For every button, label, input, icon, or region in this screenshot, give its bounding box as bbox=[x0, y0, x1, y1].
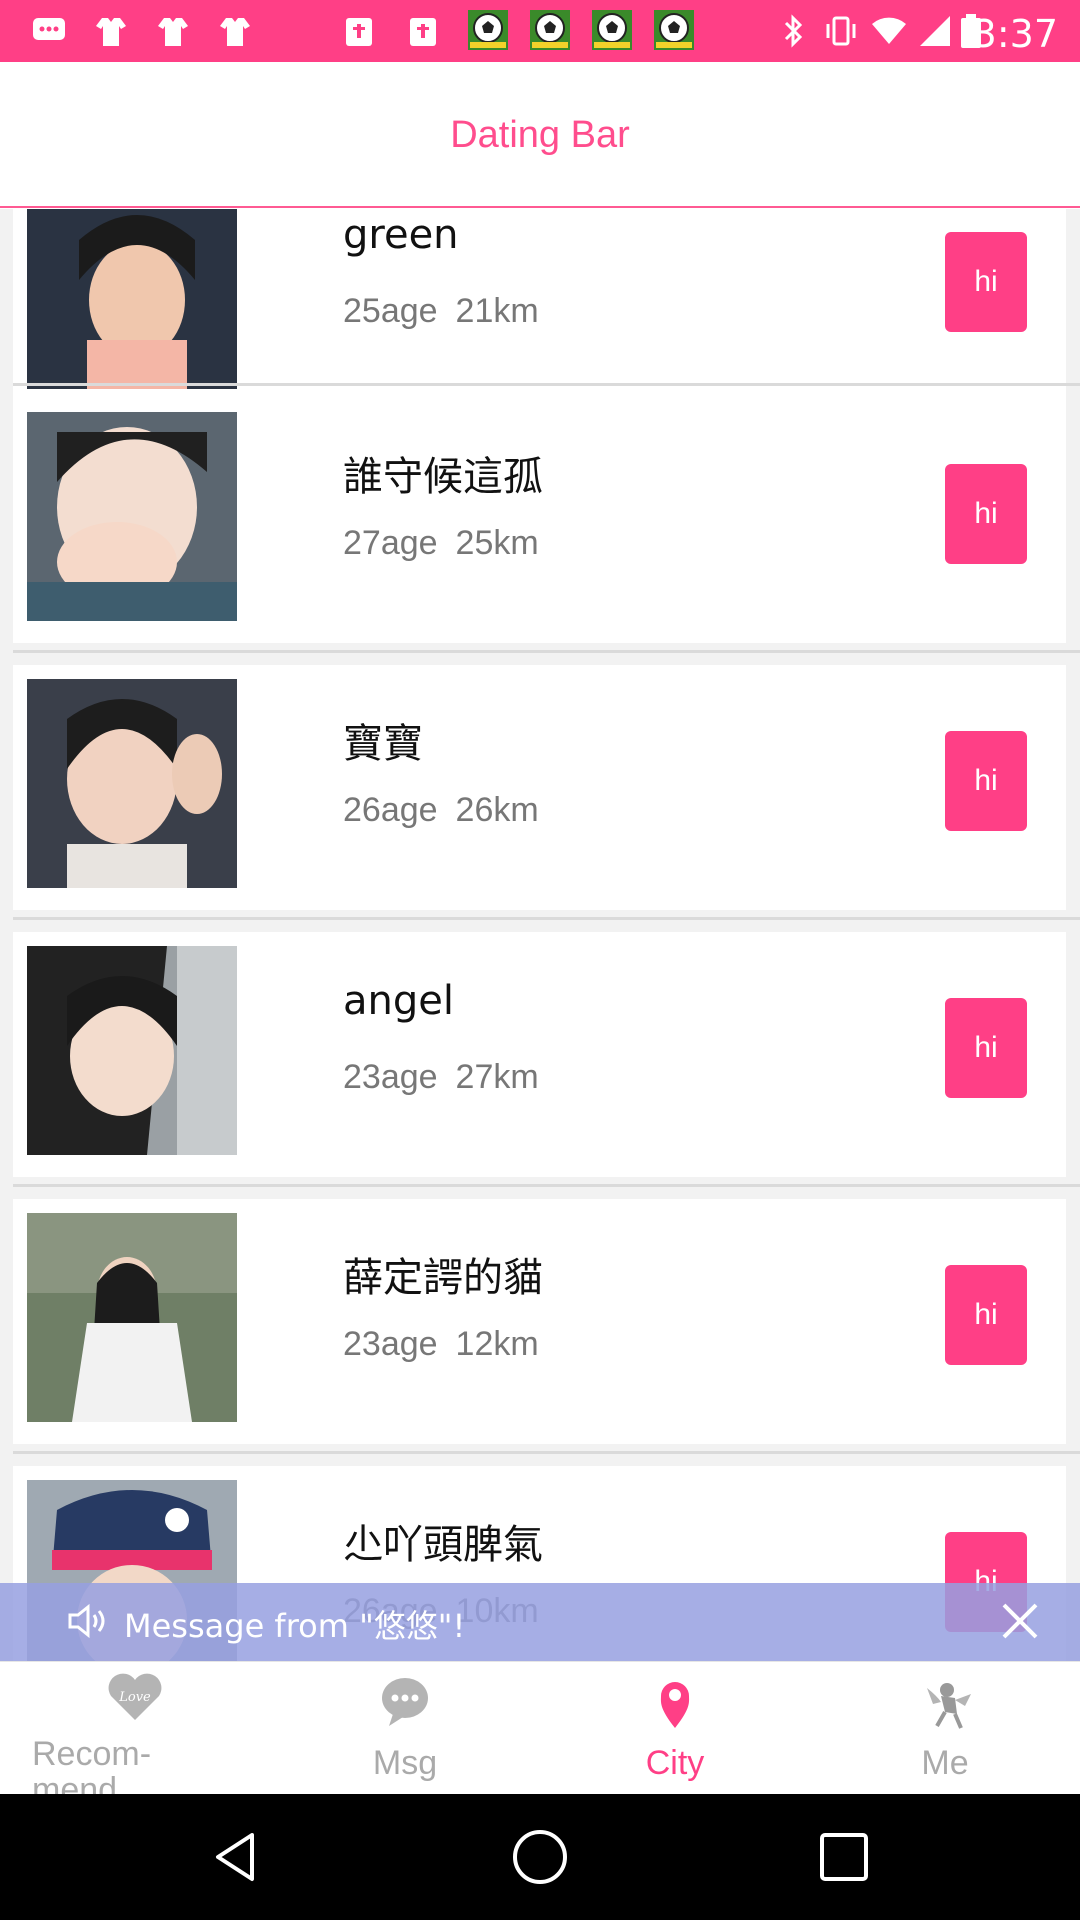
status-bar: 3:37 bbox=[0, 0, 1080, 62]
status-time: 3:37 bbox=[972, 12, 1058, 56]
tab-recommend[interactable]: Love Recom- mend bbox=[0, 1662, 270, 1808]
profile-photo[interactable] bbox=[27, 946, 237, 1155]
back-icon[interactable] bbox=[206, 1827, 266, 1887]
tab-label: City bbox=[645, 1744, 705, 1782]
profile-photo[interactable] bbox=[27, 1213, 237, 1422]
profile-name: angel bbox=[343, 978, 454, 1024]
profile-name: 薛定諤的貓 bbox=[343, 1255, 543, 1301]
divider bbox=[13, 1451, 1080, 1454]
svg-text:Love: Love bbox=[118, 1690, 151, 1705]
system-nav-bar bbox=[0, 1794, 1080, 1920]
shirt-icon bbox=[96, 18, 126, 46]
say-hi-button[interactable]: hi bbox=[945, 731, 1027, 831]
shirt-icon bbox=[220, 18, 250, 46]
profile-meta: 23age 12km bbox=[343, 1325, 539, 1363]
tab-me[interactable]: Me bbox=[810, 1662, 1080, 1795]
close-icon[interactable] bbox=[1000, 1601, 1040, 1641]
profile-list[interactable]: green 25age 21km hi 誰守候這孤 27age 25km hi 寶寶… bbox=[0, 209, 1080, 1661]
divider bbox=[13, 917, 1080, 920]
wifi-icon bbox=[872, 17, 906, 44]
list-item[interactable]: angel 23age 27km hi bbox=[13, 932, 1066, 1177]
chat-icon bbox=[33, 18, 65, 40]
divider bbox=[13, 383, 1080, 386]
say-hi-button[interactable]: hi bbox=[945, 232, 1027, 332]
profile-photo[interactable] bbox=[27, 209, 237, 389]
chat-bubble-icon bbox=[382, 1678, 428, 1726]
divider bbox=[13, 1184, 1080, 1187]
bluetooth-icon bbox=[784, 14, 803, 48]
heart-love-icon: Love bbox=[108, 1673, 162, 1720]
page-title: Dating Bar bbox=[450, 114, 630, 156]
soccer-ball-icon bbox=[654, 10, 694, 50]
speaker-icon bbox=[68, 1603, 105, 1639]
soccer-ball-icon bbox=[530, 10, 570, 50]
cupid-icon bbox=[927, 1683, 971, 1729]
recents-icon[interactable] bbox=[814, 1827, 874, 1887]
profile-name: green bbox=[343, 212, 459, 258]
profile-meta: 23age 27km bbox=[343, 1058, 539, 1096]
soccer-ball-icon bbox=[468, 10, 508, 50]
tab-city[interactable]: City bbox=[540, 1662, 810, 1795]
bottom-nav: Love Recom- mend Msg City Me bbox=[0, 1661, 1080, 1808]
app-header: Dating Bar bbox=[0, 62, 1080, 208]
profile-name: 寶寶 bbox=[343, 721, 423, 767]
profile-name: 尐吖頭脾氣 bbox=[343, 1522, 543, 1568]
signal-icon bbox=[920, 16, 950, 46]
profile-photo[interactable] bbox=[27, 412, 237, 621]
divider bbox=[13, 650, 1080, 653]
toast-message: Message from "悠悠"! bbox=[124, 1607, 466, 1645]
list-item[interactable]: 誰守候這孤 27age 25km hi bbox=[13, 398, 1066, 643]
profile-meta: 27age 25km bbox=[343, 524, 539, 562]
profile-photo[interactable] bbox=[27, 679, 237, 888]
shirt-icon bbox=[158, 18, 188, 46]
location-pin-icon bbox=[660, 1682, 690, 1728]
list-item[interactable]: 寶寶 26age 26km hi bbox=[13, 665, 1066, 910]
list-item[interactable]: 薛定諤的貓 23age 12km hi bbox=[13, 1199, 1066, 1444]
vibrate-icon bbox=[826, 16, 856, 46]
say-hi-button[interactable]: hi bbox=[945, 998, 1027, 1098]
profile-meta: 25age 21km bbox=[343, 292, 539, 330]
tab-msg[interactable]: Msg bbox=[270, 1662, 540, 1795]
list-item[interactable]: green 25age 21km hi bbox=[13, 209, 1066, 411]
profile-name: 誰守候這孤 bbox=[343, 454, 543, 500]
say-hi-button[interactable]: hi bbox=[945, 464, 1027, 564]
message-toast[interactable]: Message from "悠悠"! bbox=[0, 1583, 1080, 1661]
home-icon[interactable] bbox=[510, 1827, 570, 1887]
calendar-icon bbox=[346, 18, 372, 46]
tab-label: Me bbox=[921, 1744, 969, 1782]
soccer-ball-icon bbox=[592, 10, 632, 50]
calendar-icon bbox=[410, 18, 436, 46]
profile-meta: 26age 26km bbox=[343, 791, 539, 829]
say-hi-button[interactable]: hi bbox=[945, 1265, 1027, 1365]
tab-label: Msg bbox=[372, 1744, 438, 1782]
